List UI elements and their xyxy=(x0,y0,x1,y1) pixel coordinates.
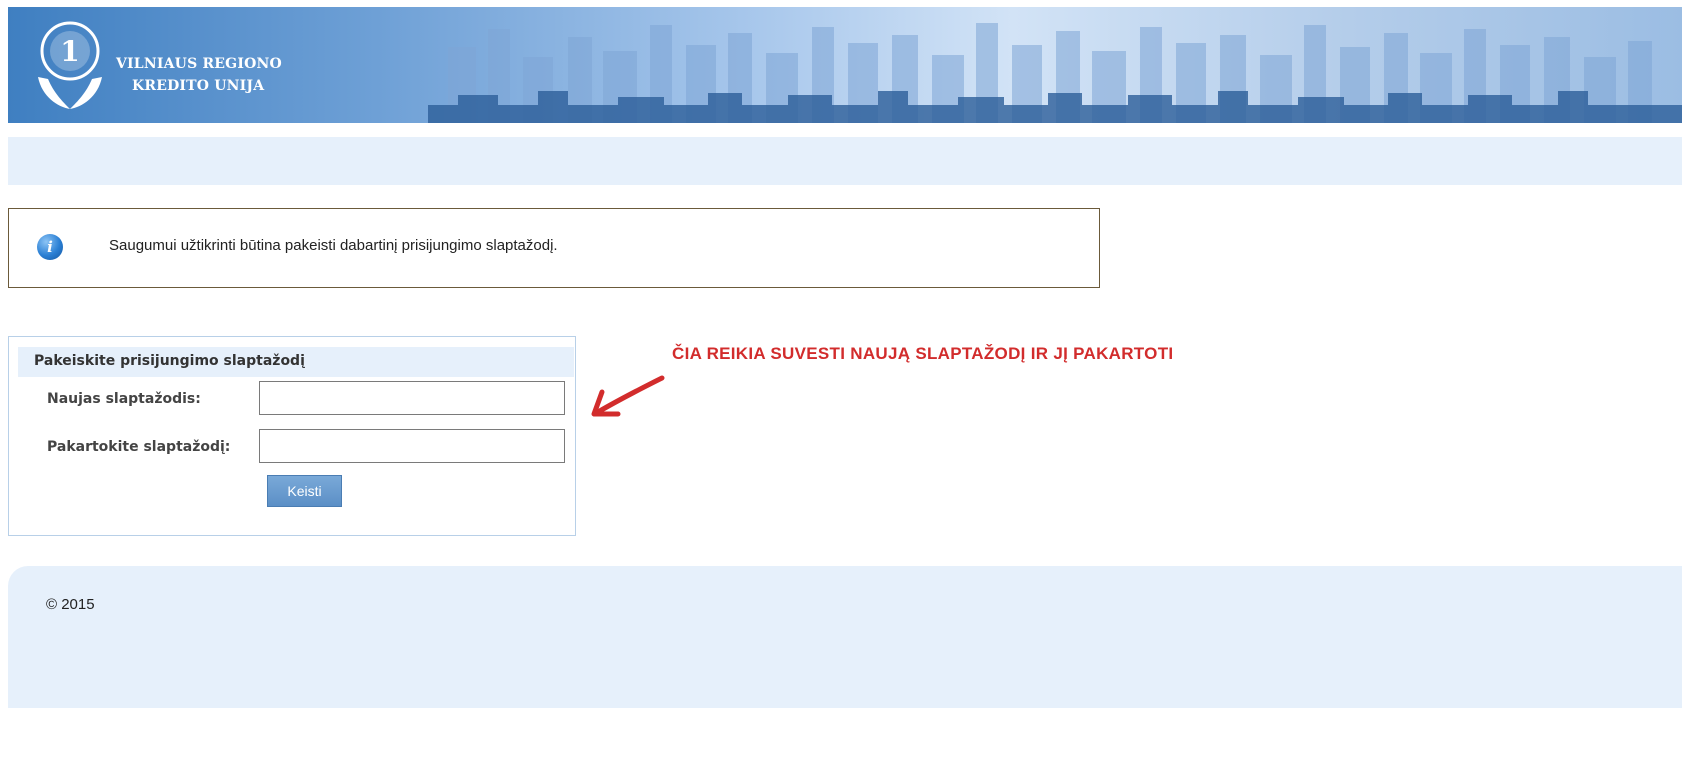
new-password-label: Naujas slaptažodis: xyxy=(47,391,201,407)
new-password-input[interactable] xyxy=(259,381,565,415)
logo: 1 xyxy=(32,17,108,117)
change-password-button[interactable]: Keisti xyxy=(267,475,342,507)
form-title: Pakeiskite prisijungimo slaptažodį xyxy=(34,353,305,369)
form-header: Pakeiskite prisijungimo slaptažodį xyxy=(18,347,574,377)
copyright-text: © 2015 xyxy=(46,596,95,613)
info-message-box: i Saugumui užtikrinti būtina pakeisti da… xyxy=(8,208,1100,288)
nav-bar xyxy=(8,137,1682,185)
repeat-password-label: Pakartokite slaptažodį: xyxy=(47,439,231,455)
repeat-password-input[interactable] xyxy=(259,429,565,463)
header-banner: 1 VILNIAUS REGIONO KREDITO UNIJA xyxy=(8,7,1682,123)
org-name: VILNIAUS REGIONO KREDITO UNIJA xyxy=(116,53,282,97)
logo-numeral: 1 xyxy=(60,35,79,68)
org-name-line1: VILNIAUS REGIONO xyxy=(116,56,282,72)
arrow-icon xyxy=(591,375,665,417)
org-name-line2: KREDITO UNIJA xyxy=(132,78,265,94)
annotation-text: ČIA REIKIA SUVESTI NAUJĄ SLAPTAŽODĮ IR J… xyxy=(672,344,1174,363)
city-skyline-graphic xyxy=(428,23,1682,123)
info-icon: i xyxy=(37,234,63,260)
footer: © 2015 xyxy=(8,566,1682,708)
credit-union-logo-icon: 1 xyxy=(38,21,102,109)
info-message-text: Saugumui užtikrinti būtina pakeisti daba… xyxy=(109,237,558,254)
password-change-form: Pakeiskite prisijungimo slaptažodį Nauja… xyxy=(8,336,576,536)
